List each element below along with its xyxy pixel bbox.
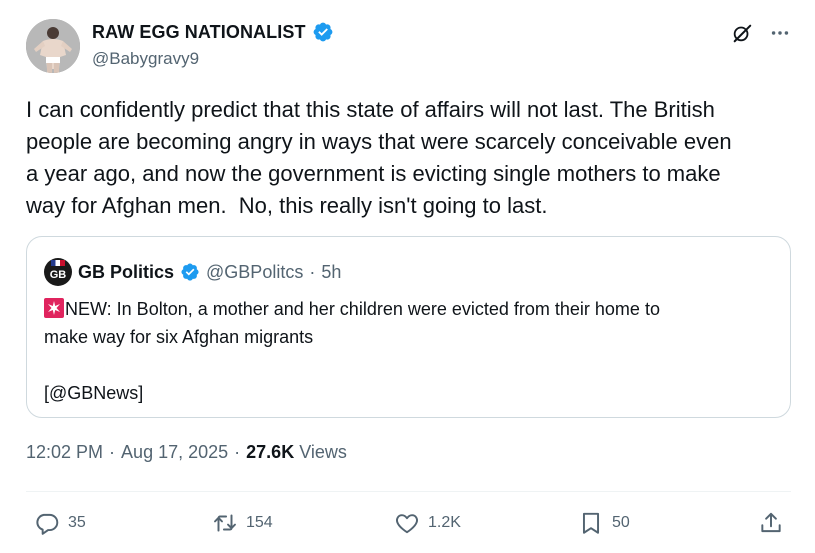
like-button[interactable]: 1.2K xyxy=(394,510,461,536)
tweet-card: RAW EGG NATIONALIST @Babygravy9 I can co… xyxy=(0,0,815,553)
quoted-text-line: [@GBNews] xyxy=(44,383,144,403)
reply-count: 35 xyxy=(68,514,86,531)
quoted-author-handle[interactable]: @GBPolitcs xyxy=(206,262,303,283)
quoted-author-avatar[interactable]: GB xyxy=(44,258,72,286)
author-handle[interactable]: @Babygravy9 xyxy=(92,49,199,69)
verified-badge-icon[interactable] xyxy=(312,21,334,43)
bookmark-button[interactable]: 50 xyxy=(578,510,630,536)
grok-icon[interactable] xyxy=(731,22,753,44)
author-avatar[interactable] xyxy=(26,19,80,73)
top-actions xyxy=(731,22,791,44)
separator-dot: · xyxy=(234,442,241,462)
quoted-tweet-header: GB GB Politics @GBPolitcs · 5h xyxy=(44,258,341,286)
repost-count: 154 xyxy=(246,514,273,531)
repost-button[interactable]: 154 xyxy=(212,510,273,536)
siren-icon xyxy=(44,298,64,318)
quoted-author-name[interactable]: GB Politics xyxy=(78,262,174,283)
quoted-text-line: make way for six Afghan migrants xyxy=(44,327,314,347)
reply-button[interactable]: 35 xyxy=(34,510,86,536)
quoted-text-content: NEW: In Bolton, a mother and her childre… xyxy=(65,299,660,319)
quoted-tweet[interactable]: GB GB Politics @GBPolitcs · 5h NEW: In B… xyxy=(26,236,791,418)
author-name-row: RAW EGG NATIONALIST xyxy=(92,21,334,43)
quoted-text-blank xyxy=(44,351,774,379)
flag-icon xyxy=(51,260,65,266)
quoted-text-line: NEW: In Bolton, a mother and her childre… xyxy=(44,295,774,323)
quoted-tweet-text: NEW: In Bolton, a mother and her childre… xyxy=(44,295,774,407)
tweet-meta: 12:02 PM · Aug 17, 2025 · 27.6K Views xyxy=(26,442,347,463)
separator-dot: · xyxy=(309,261,316,282)
divider xyxy=(26,491,791,492)
bookmark-count: 50 xyxy=(612,514,630,531)
heart-icon xyxy=(396,514,418,534)
separator-dot: · xyxy=(109,442,116,462)
tweet-text-line: a year ago, and now the government is ev… xyxy=(26,161,721,186)
repost-icon xyxy=(214,514,236,532)
reply-icon xyxy=(36,513,59,535)
share-icon xyxy=(761,512,781,533)
verified-badge-icon[interactable] xyxy=(180,262,200,282)
tweet-text: I can confidently predict that this stat… xyxy=(26,94,796,222)
avatar-image xyxy=(26,19,80,73)
quoted-tweet-time[interactable]: 5h xyxy=(321,262,341,283)
tweet-time[interactable]: 12:02 PM xyxy=(26,442,103,463)
more-options-icon[interactable] xyxy=(769,22,791,44)
views-group[interactable]: 27.6K Views xyxy=(246,442,347,463)
tweet-text-line: people are becoming angry in ways that w… xyxy=(26,129,732,154)
author-display-name[interactable]: RAW EGG NATIONALIST xyxy=(92,22,306,43)
quoted-avatar-text: GB xyxy=(49,269,67,281)
bookmark-icon xyxy=(582,512,600,534)
views-label: Views xyxy=(299,442,347,462)
share-button[interactable] xyxy=(758,510,784,536)
views-count: 27.6K xyxy=(246,442,295,462)
tweet-date[interactable]: Aug 17, 2025 xyxy=(121,442,228,463)
like-count: 1.2K xyxy=(428,514,461,531)
tweet-text-line: I can confidently predict that this stat… xyxy=(26,97,715,122)
tweet-text-line: way for Afghan men. No, this really isn'… xyxy=(26,193,548,218)
